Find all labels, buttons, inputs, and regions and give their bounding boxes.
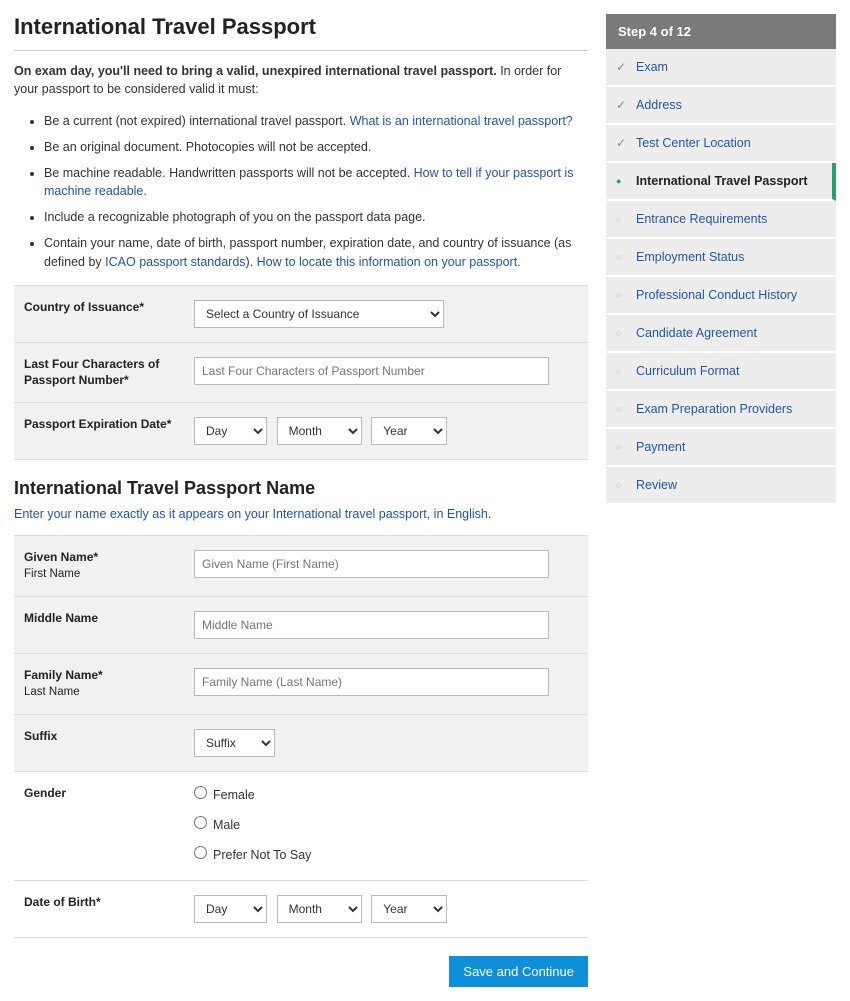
- list-item: Include a recognizable photograph of you…: [44, 208, 588, 227]
- label-gender: Gender: [24, 786, 194, 802]
- circle-icon: ●: [616, 176, 621, 186]
- step-label: Test Center Location: [636, 136, 751, 150]
- step-label: Payment: [636, 440, 685, 454]
- family-name-input[interactable]: [194, 668, 549, 696]
- intro-text: On exam day, you'll need to bring a vali…: [14, 63, 588, 98]
- step-item-payment[interactable]: ○ Payment: [606, 429, 836, 467]
- gender-prefer-not-option[interactable]: Prefer Not To Say: [194, 846, 578, 862]
- circle-icon: ○: [616, 366, 621, 376]
- list-item: Be an original document. Photocopies wil…: [44, 138, 588, 157]
- link-icao-standards[interactable]: ICAO passport standards: [105, 255, 245, 269]
- circle-icon: ○: [616, 404, 621, 414]
- page-title: International Travel Passport: [14, 14, 588, 40]
- step-item-professional-conduct-history[interactable]: ○ Professional Conduct History: [606, 277, 836, 315]
- step-item-employment-status[interactable]: ○ Employment Status: [606, 239, 836, 277]
- label-dob: Date of Birth*: [24, 895, 194, 911]
- check-icon: ✓: [616, 60, 626, 74]
- step-label: Exam: [636, 60, 668, 74]
- step-item-exam[interactable]: ✓ Exam: [606, 49, 836, 87]
- circle-icon: ○: [616, 480, 621, 490]
- dob-year-select[interactable]: Year: [371, 895, 447, 923]
- label-last4: Last Four Characters of Passport Number*: [24, 357, 194, 388]
- label-country: Country of Issuance*: [24, 300, 194, 316]
- step-header: Step 4 of 12: [606, 14, 836, 49]
- step-item-review[interactable]: ○ Review: [606, 467, 836, 505]
- divider: [14, 50, 588, 51]
- step-item-entrance-requirements[interactable]: ○ Entrance Requirements: [606, 201, 836, 239]
- check-icon: ✓: [616, 98, 626, 112]
- gender-prefer-not-radio[interactable]: [194, 846, 207, 859]
- section-name-title: International Travel Passport Name: [14, 478, 588, 499]
- gender-male-option[interactable]: Male: [194, 816, 578, 832]
- save-continue-button[interactable]: Save and Continue: [449, 956, 588, 987]
- circle-icon: ○: [616, 252, 621, 262]
- list-item: Be machine readable. Handwritten passpor…: [44, 164, 588, 202]
- step-label: Review: [636, 478, 677, 492]
- circle-icon: ○: [616, 328, 621, 338]
- step-item-address[interactable]: ✓ Address: [606, 87, 836, 125]
- step-label: Curriculum Format: [636, 364, 740, 378]
- suffix-select[interactable]: Suffix: [194, 729, 275, 757]
- given-name-input[interactable]: [194, 550, 549, 578]
- step-label: Employment Status: [636, 250, 744, 264]
- list-item: Be a current (not expired) international…: [44, 112, 588, 131]
- step-label: Exam Preparation Providers: [636, 402, 792, 416]
- country-select[interactable]: Select a Country of Issuance: [194, 300, 444, 328]
- step-label: Professional Conduct History: [636, 288, 797, 302]
- requirements-list: Be a current (not expired) international…: [14, 112, 588, 271]
- label-suffix: Suffix: [24, 729, 194, 745]
- gender-female-radio[interactable]: [194, 786, 207, 799]
- exp-year-select[interactable]: Year: [371, 417, 447, 445]
- step-label: International Travel Passport: [636, 174, 808, 188]
- label-middle-name: Middle Name: [24, 611, 194, 627]
- gender-female-option[interactable]: Female: [194, 786, 578, 802]
- circle-icon: ○: [616, 442, 621, 452]
- label-expiration: Passport Expiration Date*: [24, 417, 194, 433]
- gender-male-radio[interactable]: [194, 816, 207, 829]
- dob-month-select[interactable]: Month: [277, 895, 362, 923]
- list-item: Contain your name, date of birth, passpo…: [44, 234, 588, 272]
- label-family-name: Family Name* Last Name: [24, 668, 194, 700]
- intro-bold: On exam day, you'll need to bring a vali…: [14, 64, 497, 78]
- step-list: ✓ Exam ✓ Address ✓ Test Center Location ● Inter…: [606, 49, 836, 505]
- step-label: Entrance Requirements: [636, 212, 767, 226]
- step-item-test-center-location[interactable]: ✓ Test Center Location: [606, 125, 836, 163]
- circle-icon: ○: [616, 214, 621, 224]
- link-locate-info[interactable]: How to locate this information on your p…: [257, 255, 521, 269]
- label-given-name: Given Name* First Name: [24, 550, 194, 582]
- last4-input[interactable]: [194, 357, 549, 385]
- dob-day-select[interactable]: Day: [194, 895, 267, 923]
- section-name-subtitle: Enter your name exactly as it appears on…: [14, 507, 588, 521]
- step-label: Candidate Agreement: [636, 326, 757, 340]
- exp-month-select[interactable]: Month: [277, 417, 362, 445]
- step-label: Address: [636, 98, 682, 112]
- exp-day-select[interactable]: Day: [194, 417, 267, 445]
- check-icon: ✓: [616, 136, 626, 150]
- middle-name-input[interactable]: [194, 611, 549, 639]
- circle-icon: ○: [616, 290, 621, 300]
- step-item-curriculum-format[interactable]: ○ Curriculum Format: [606, 353, 836, 391]
- link-what-is-passport[interactable]: What is an international travel passport…: [350, 114, 573, 128]
- step-item-exam-preparation-providers[interactable]: ○ Exam Preparation Providers: [606, 391, 836, 429]
- step-item-candidate-agreement[interactable]: ○ Candidate Agreement: [606, 315, 836, 353]
- step-item-international-travel-passport[interactable]: ● International Travel Passport: [606, 163, 836, 201]
